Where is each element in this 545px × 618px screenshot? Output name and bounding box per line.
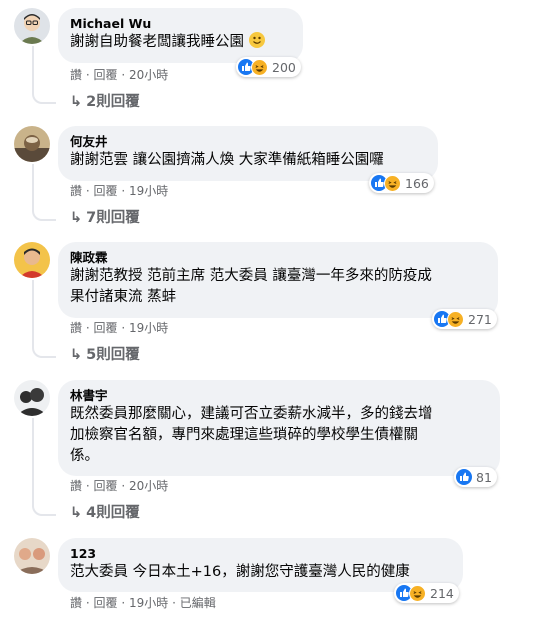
comment-text-line: 既然委員那麼關心，建議可否立委薪水減半，多的錢去增 xyxy=(70,406,433,422)
comment-text: 范大委員 今日本土+16，謝謝您守護臺灣人民的健康 xyxy=(70,564,410,580)
timestamp[interactable]: 19小時 xyxy=(129,184,168,198)
thread-line xyxy=(32,46,34,88)
reply-arrow-icon: ↳ xyxy=(70,94,83,110)
thread-connector xyxy=(32,500,56,516)
reaction-count: 214 xyxy=(430,585,454,601)
comment-text: 謝謝范雲 讓公園擠滿人煥 大家準備紙箱睡公園囉 xyxy=(70,152,384,168)
timestamp[interactable]: 19小時 xyxy=(129,321,168,335)
reply-arrow-icon: ↳ xyxy=(70,210,83,226)
comment-author[interactable]: 何友井 xyxy=(70,134,426,150)
thread-connector xyxy=(32,342,56,358)
comment-bubble: 林書宇 既然委員那麼關心，建議可否立委薪水減半，多的錢去增 加檢察官名額，專門來… xyxy=(58,380,500,476)
haha-reaction-icon xyxy=(409,584,426,602)
thread-line xyxy=(32,164,34,205)
reaction-count: 271 xyxy=(468,311,492,327)
timestamp[interactable]: 20小時 xyxy=(129,68,168,82)
reply-link[interactable]: 回覆 xyxy=(94,479,118,493)
thread-connector xyxy=(32,205,56,221)
reaction-summary[interactable]: 214 xyxy=(394,583,459,603)
comment-text-line: 係。 xyxy=(70,448,99,464)
comment-text-line: 加檢察官名額，專門來處理這些瑣碎的學校學生債權關 xyxy=(70,427,418,443)
replies-count: 7則回覆 xyxy=(86,210,140,226)
like-link[interactable]: 讚 xyxy=(70,479,82,493)
comment-author[interactable]: Michael Wu xyxy=(70,16,291,32)
avatar[interactable] xyxy=(14,380,50,416)
comment-actions: 讚 · 回覆 · 19小時 xyxy=(70,184,169,198)
view-replies-link[interactable]: ↳ 5則回覆 xyxy=(70,345,140,365)
avatar[interactable] xyxy=(14,8,50,44)
replies-count: 5則回覆 xyxy=(86,347,140,363)
replies-count: 4則回覆 xyxy=(86,505,140,521)
edited-label[interactable]: 已編輯 xyxy=(180,596,216,610)
reply-link[interactable]: 回覆 xyxy=(94,68,118,82)
comment-bubble: 陳政霖 謝謝范教授 范前主席 范大委員 讓臺灣一年多來的防疫成 果付諸東流 蒸蚌 xyxy=(58,242,498,318)
avatar[interactable] xyxy=(14,126,50,162)
comment-text-line: 果付諸東流 蒸蚌 xyxy=(70,289,177,305)
reaction-summary[interactable]: 271 xyxy=(432,309,497,329)
reply-arrow-icon: ↳ xyxy=(70,347,83,363)
haha-reaction-icon xyxy=(447,310,464,328)
like-link[interactable]: 讚 xyxy=(70,596,82,610)
view-replies-link[interactable]: ↳ 4則回覆 xyxy=(70,503,140,523)
reply-link[interactable]: 回覆 xyxy=(94,321,118,335)
reaction-summary[interactable]: 200 xyxy=(236,57,301,77)
avatar[interactable] xyxy=(14,242,50,278)
timestamp[interactable]: 19小時 xyxy=(129,596,168,610)
reply-arrow-icon: ↳ xyxy=(70,505,83,521)
comment-text-line: 謝謝范教授 范前主席 范大委員 讓臺灣一年多來的防疫成 xyxy=(70,268,432,284)
like-link[interactable]: 讚 xyxy=(70,321,82,335)
reaction-summary[interactable]: 166 xyxy=(369,173,434,193)
replies-count: 2則回覆 xyxy=(86,94,140,110)
smile-emoji-icon xyxy=(248,32,265,48)
reaction-count: 200 xyxy=(272,59,296,75)
comment-author[interactable]: 123 xyxy=(70,546,451,562)
like-reaction-icon xyxy=(456,469,472,485)
comment-actions: 讚 · 回覆 · 19小時 · 已編輯 xyxy=(70,596,216,610)
comment-actions: 讚 · 回覆 · 20小時 xyxy=(70,68,169,82)
comment-author[interactable]: 林書宇 xyxy=(70,388,488,404)
comment-actions: 讚 · 回覆 · 20小時 xyxy=(70,479,169,493)
reply-link[interactable]: 回覆 xyxy=(94,184,118,198)
like-link[interactable]: 讚 xyxy=(70,68,82,82)
like-link[interactable]: 讚 xyxy=(70,184,82,198)
haha-reaction-icon xyxy=(251,58,268,76)
thread-line xyxy=(32,418,34,500)
view-replies-link[interactable]: ↳ 7則回覆 xyxy=(70,208,140,228)
comment-actions: 讚 · 回覆 · 19小時 xyxy=(70,321,169,335)
haha-reaction-icon xyxy=(384,174,401,192)
thread-line xyxy=(32,280,34,342)
reply-link[interactable]: 回覆 xyxy=(94,596,118,610)
avatar[interactable] xyxy=(14,538,50,574)
reaction-count: 81 xyxy=(476,469,492,485)
timestamp[interactable]: 20小時 xyxy=(129,479,168,493)
comment-text: 謝謝自助餐老闆讓我睡公園 xyxy=(70,34,244,50)
comment-bubble: Michael Wu 謝謝自助餐老闆讓我睡公園 xyxy=(58,8,303,63)
comment-author[interactable]: 陳政霖 xyxy=(70,250,486,266)
reaction-count: 166 xyxy=(405,175,429,191)
reaction-summary[interactable]: 81 xyxy=(454,467,497,487)
thread-connector xyxy=(32,88,56,104)
view-replies-link[interactable]: ↳ 2則回覆 xyxy=(70,92,140,112)
